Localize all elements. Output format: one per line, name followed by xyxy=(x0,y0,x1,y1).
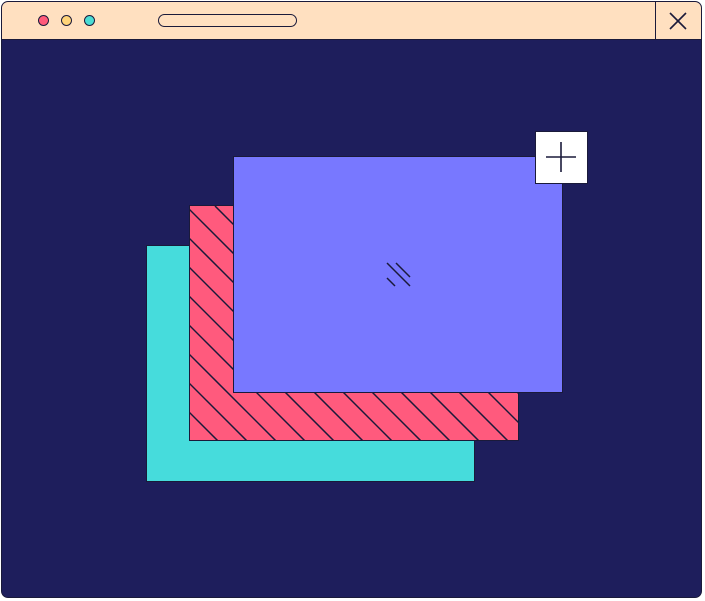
add-button[interactable] xyxy=(535,131,588,184)
maximize-dot[interactable] xyxy=(84,15,95,26)
url-bar[interactable] xyxy=(158,14,297,27)
stripe-line xyxy=(190,411,219,440)
close-icon xyxy=(669,12,687,30)
content-area xyxy=(2,40,701,597)
plus-icon xyxy=(546,142,576,172)
minimize-dot[interactable] xyxy=(61,15,72,26)
close-dot[interactable] xyxy=(38,15,49,26)
title-bar xyxy=(2,2,701,40)
image-placeholder-icon xyxy=(386,262,411,287)
browser-window xyxy=(1,1,702,598)
card-front[interactable] xyxy=(233,156,563,393)
close-button[interactable] xyxy=(655,2,701,39)
